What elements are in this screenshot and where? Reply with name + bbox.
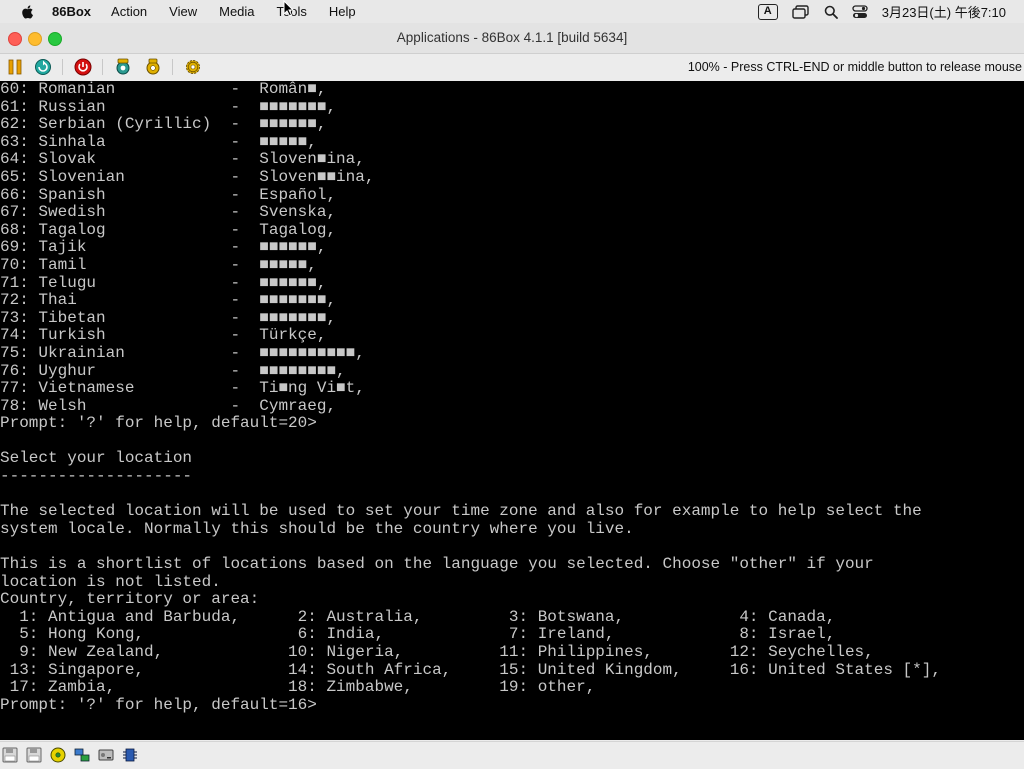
terminal-line: Country, territory or area: [0, 590, 260, 609]
terminal-line: This is a shortlist of locations based o… [0, 555, 874, 574]
settings-icon [116, 58, 130, 75]
terminal-line: 63: Sinhala - ■■■■■, [0, 132, 317, 151]
terminal-line: system locale. Normally this should be t… [0, 519, 634, 538]
toolbar-separator [172, 59, 173, 75]
terminal-line: Prompt: '?' for help, default=20> [0, 414, 317, 433]
menu-action[interactable]: Action [111, 4, 147, 19]
terminal-line: 77: Vietnamese - Ti■ng Vi■t, [0, 379, 365, 398]
toolbar-separator [102, 59, 103, 75]
window-overlap-icon[interactable] [792, 4, 810, 19]
terminal-line: 76: Uyghur - ■■■■■■■■, [0, 361, 346, 380]
power-icon [74, 58, 92, 76]
terminal-line: 5: Hong Kong, 6: India, 7: Ireland, 8: I… [0, 625, 836, 644]
search-icon[interactable] [824, 5, 838, 19]
macos-menu-bar: 86Box Action View Media Tools Help A 3月2… [0, 0, 1024, 23]
menubar-status-area: A 3月23日(土) 午後7:10 [757, 0, 1024, 23]
terminal-line: 71: Telugu - ■■■■■■, [0, 273, 327, 292]
settings-button[interactable] [114, 58, 132, 76]
sound-icon[interactable] [122, 747, 138, 763]
emulator-toolbar: 100% - Press CTRL-END or middle button t… [0, 54, 1024, 80]
mouse-cursor-icon [283, 0, 295, 17]
terminal-line: 69: Tajik - ■■■■■■, [0, 238, 327, 257]
floppy-drive-2-icon[interactable] [26, 747, 42, 763]
terminal-line: 78: Welsh - Cymraeg, [0, 396, 337, 415]
terminal-line: Select your location [0, 449, 193, 468]
network-icon[interactable] [74, 747, 90, 763]
terminal-line: 64: Slovak - Sloven■ina, [0, 150, 365, 169]
input-method-indicator[interactable]: A [757, 3, 778, 20]
emulator-status-bar [0, 741, 1024, 769]
terminal-line: 1: Antigua and Barbuda, 2: Australia, 3:… [0, 607, 836, 626]
control-center-icon[interactable] [852, 4, 868, 19]
ctrl-alt-del-button[interactable] [74, 58, 92, 76]
pause-icon [8, 59, 22, 75]
terminal-line: 72: Thai - ■■■■■■■, [0, 291, 337, 310]
terminal-line: 74: Turkish - Türkçe, [0, 326, 327, 345]
screenshot-icon [146, 58, 160, 75]
terminal-line: 66: Spanish - Español, [0, 185, 337, 204]
terminal-output: 60: Romanian - Român■, 61: Russian - ■■■■… [0, 81, 941, 714]
terminal-line: location is not listed. [0, 572, 221, 591]
terminal-line: 13: Singapore, 14: South Africa, 15: Uni… [0, 660, 941, 679]
terminal-line: 65: Slovenian - Sloven■■ina, [0, 167, 375, 186]
toolbar-separator [62, 59, 63, 75]
menubar-clock[interactable]: 3月23日(土) 午後7:10 [882, 2, 1006, 21]
terminal-line: 60: Romanian - Român■, [0, 81, 327, 98]
terminal-line: Prompt: '?' for help, default=16> [0, 695, 317, 714]
emulator-display[interactable]: 60: Romanian - Român■, 61: Russian - ■■■■… [0, 81, 1024, 740]
hard-reset-icon [35, 59, 51, 75]
floppy-drive-1-icon[interactable] [2, 747, 18, 763]
terminal-line: 68: Tagalog - Tagalog, [0, 220, 337, 239]
terminal-line: 70: Tamil - ■■■■■, [0, 255, 317, 274]
menu-media[interactable]: Media [219, 4, 254, 19]
preferences-button[interactable] [184, 58, 202, 76]
hard-disk-icon[interactable] [98, 747, 114, 763]
app-menu-86box[interactable]: 86Box [52, 4, 91, 19]
gear-icon [186, 60, 200, 74]
apple-logo-icon[interactable] [20, 4, 36, 20]
terminal-line: 75: Ukrainian - ■■■■■■■■■■, [0, 343, 365, 362]
hard-reset-button[interactable] [34, 58, 52, 76]
terminal-line: 67: Swedish - Svenska, [0, 203, 337, 222]
terminal-line: 62: Serbian (Cyrillic) - ■■■■■■, [0, 115, 327, 134]
terminal-line: 61: Russian - ■■■■■■■, [0, 97, 337, 116]
screenshot-button[interactable] [144, 58, 162, 76]
cdrom-icon[interactable] [50, 747, 66, 763]
terminal-line: -------------------- [0, 467, 193, 486]
terminal-line: 73: Tibetan - ■■■■■■■, [0, 308, 337, 327]
window-title-bar: Applications - 86Box 4.1.1 [build 5634] [0, 23, 1024, 54]
menu-help[interactable]: Help [329, 4, 356, 19]
terminal-line: The selected location will be used to se… [0, 502, 922, 521]
menu-view[interactable]: View [169, 4, 197, 19]
window-title: Applications - 86Box 4.1.1 [build 5634] [396, 30, 628, 45]
terminal-line: 17: Zambia, 18: Zimbabwe, 19: other, [0, 678, 596, 697]
mouse-capture-status: 100% - Press CTRL-END or middle button t… [687, 60, 1022, 74]
terminal-line: 9: New Zealand, 10: Nigeria, 11: Philipp… [0, 643, 874, 661]
pause-button[interactable] [6, 58, 24, 76]
